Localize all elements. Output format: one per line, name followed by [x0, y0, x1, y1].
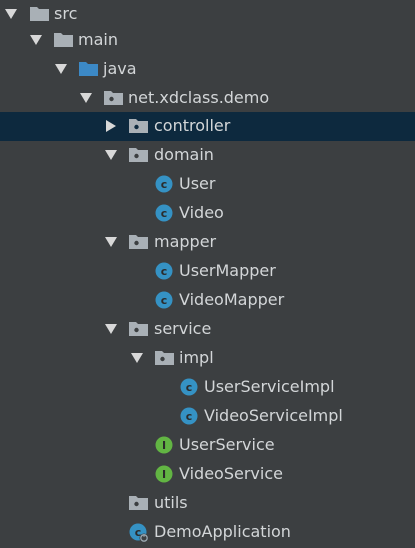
- package-icon: [104, 90, 123, 109]
- class-icon: c: [180, 378, 198, 400]
- tree-node-label: VideoServiceImpl: [204, 406, 343, 425]
- tree-node-service[interactable]: service: [0, 315, 415, 344]
- tree-node-domain[interactable]: domain: [0, 141, 415, 170]
- package-icon: [129, 495, 148, 514]
- class-icon: c: [155, 262, 173, 284]
- source-root-folder-icon: [79, 61, 98, 80]
- tree-node-src[interactable]: src: [0, 0, 415, 29]
- expand-arrow-icon[interactable]: [55, 64, 67, 74]
- package-icon: [129, 234, 148, 253]
- tree-node-video[interactable]: c Video: [0, 199, 415, 228]
- tree-node-controller[interactable]: controller: [0, 112, 415, 141]
- tree-node-label: net.xdclass.demo: [128, 88, 270, 107]
- tree-node-user-service-impl[interactable]: c UserServiceImpl: [0, 373, 415, 402]
- expand-arrow-icon[interactable]: [105, 150, 117, 160]
- expand-arrow-icon[interactable]: [80, 93, 92, 103]
- tree-node-label: DemoApplication: [154, 522, 291, 541]
- tree-node-label: java: [103, 59, 137, 78]
- expand-arrow-icon[interactable]: [105, 237, 117, 247]
- tree-node-label: UserMapper: [179, 261, 276, 280]
- svg-text:I: I: [162, 439, 166, 452]
- class-icon: c: [180, 407, 198, 429]
- tree-node-label: mapper: [154, 232, 217, 251]
- expand-arrow-icon[interactable]: [106, 120, 116, 132]
- svg-text:c: c: [161, 207, 168, 220]
- package-icon: [129, 147, 148, 166]
- tree-node-label: main: [78, 30, 118, 49]
- tree-node-label: impl: [179, 348, 214, 367]
- tree-node-mapper[interactable]: mapper: [0, 228, 415, 257]
- class-icon: c: [155, 291, 173, 313]
- svg-text:c: c: [186, 381, 193, 394]
- package-icon: [129, 321, 148, 340]
- tree-node-label: src: [54, 4, 78, 23]
- package-icon: [155, 350, 174, 369]
- spring-boot-class-icon: c: [129, 523, 149, 547]
- tree-node-label: User: [179, 174, 216, 193]
- interface-icon: I: [155, 436, 173, 458]
- tree-node-video-service-impl[interactable]: c VideoServiceImpl: [0, 402, 415, 431]
- folder-icon: [30, 6, 49, 25]
- expand-arrow-icon[interactable]: [30, 35, 42, 45]
- tree-node-video-service[interactable]: I VideoService: [0, 460, 415, 489]
- tree-node-impl[interactable]: impl: [0, 344, 415, 373]
- tree-node-label: VideoMapper: [179, 290, 285, 309]
- class-icon: c: [155, 204, 173, 226]
- tree-node-user-mapper[interactable]: c UserMapper: [0, 257, 415, 286]
- tree-node-net-xdclass-demo[interactable]: net.xdclass.demo: [0, 84, 415, 113]
- class-icon: c: [155, 175, 173, 197]
- expand-arrow-icon[interactable]: [5, 9, 17, 19]
- tree-node-label: service: [154, 319, 212, 338]
- tree-node-java[interactable]: java: [0, 55, 415, 84]
- svg-text:c: c: [161, 178, 168, 191]
- tree-node-label: UserService: [179, 435, 275, 454]
- package-icon: [129, 118, 148, 137]
- svg-text:c: c: [186, 410, 193, 423]
- tree-node-label: controller: [154, 116, 231, 135]
- interface-icon: I: [155, 465, 173, 487]
- tree-node-video-mapper[interactable]: c VideoMapper: [0, 286, 415, 315]
- tree-node-label: Video: [179, 203, 224, 222]
- tree-node-label: domain: [154, 145, 214, 164]
- tree-node-demo-application[interactable]: c DemoApplication: [0, 518, 415, 547]
- tree-node-label: UserServiceImpl: [204, 377, 335, 396]
- tree-node-utils[interactable]: utils: [0, 489, 415, 518]
- svg-text:I: I: [162, 468, 166, 481]
- svg-text:c: c: [161, 294, 168, 307]
- expand-arrow-icon[interactable]: [131, 353, 143, 363]
- svg-text:c: c: [161, 265, 168, 278]
- tree-node-label: utils: [154, 493, 188, 512]
- tree-node-main[interactable]: main: [0, 26, 415, 55]
- expand-arrow-icon[interactable]: [105, 324, 117, 334]
- tree-node-user-service[interactable]: I UserService: [0, 431, 415, 460]
- project-tree: src main java net.xdclass.demo controlle…: [0, 0, 415, 548]
- folder-icon: [54, 32, 73, 51]
- tree-node-label: VideoService: [179, 464, 283, 483]
- tree-node-user[interactable]: c User: [0, 170, 415, 199]
